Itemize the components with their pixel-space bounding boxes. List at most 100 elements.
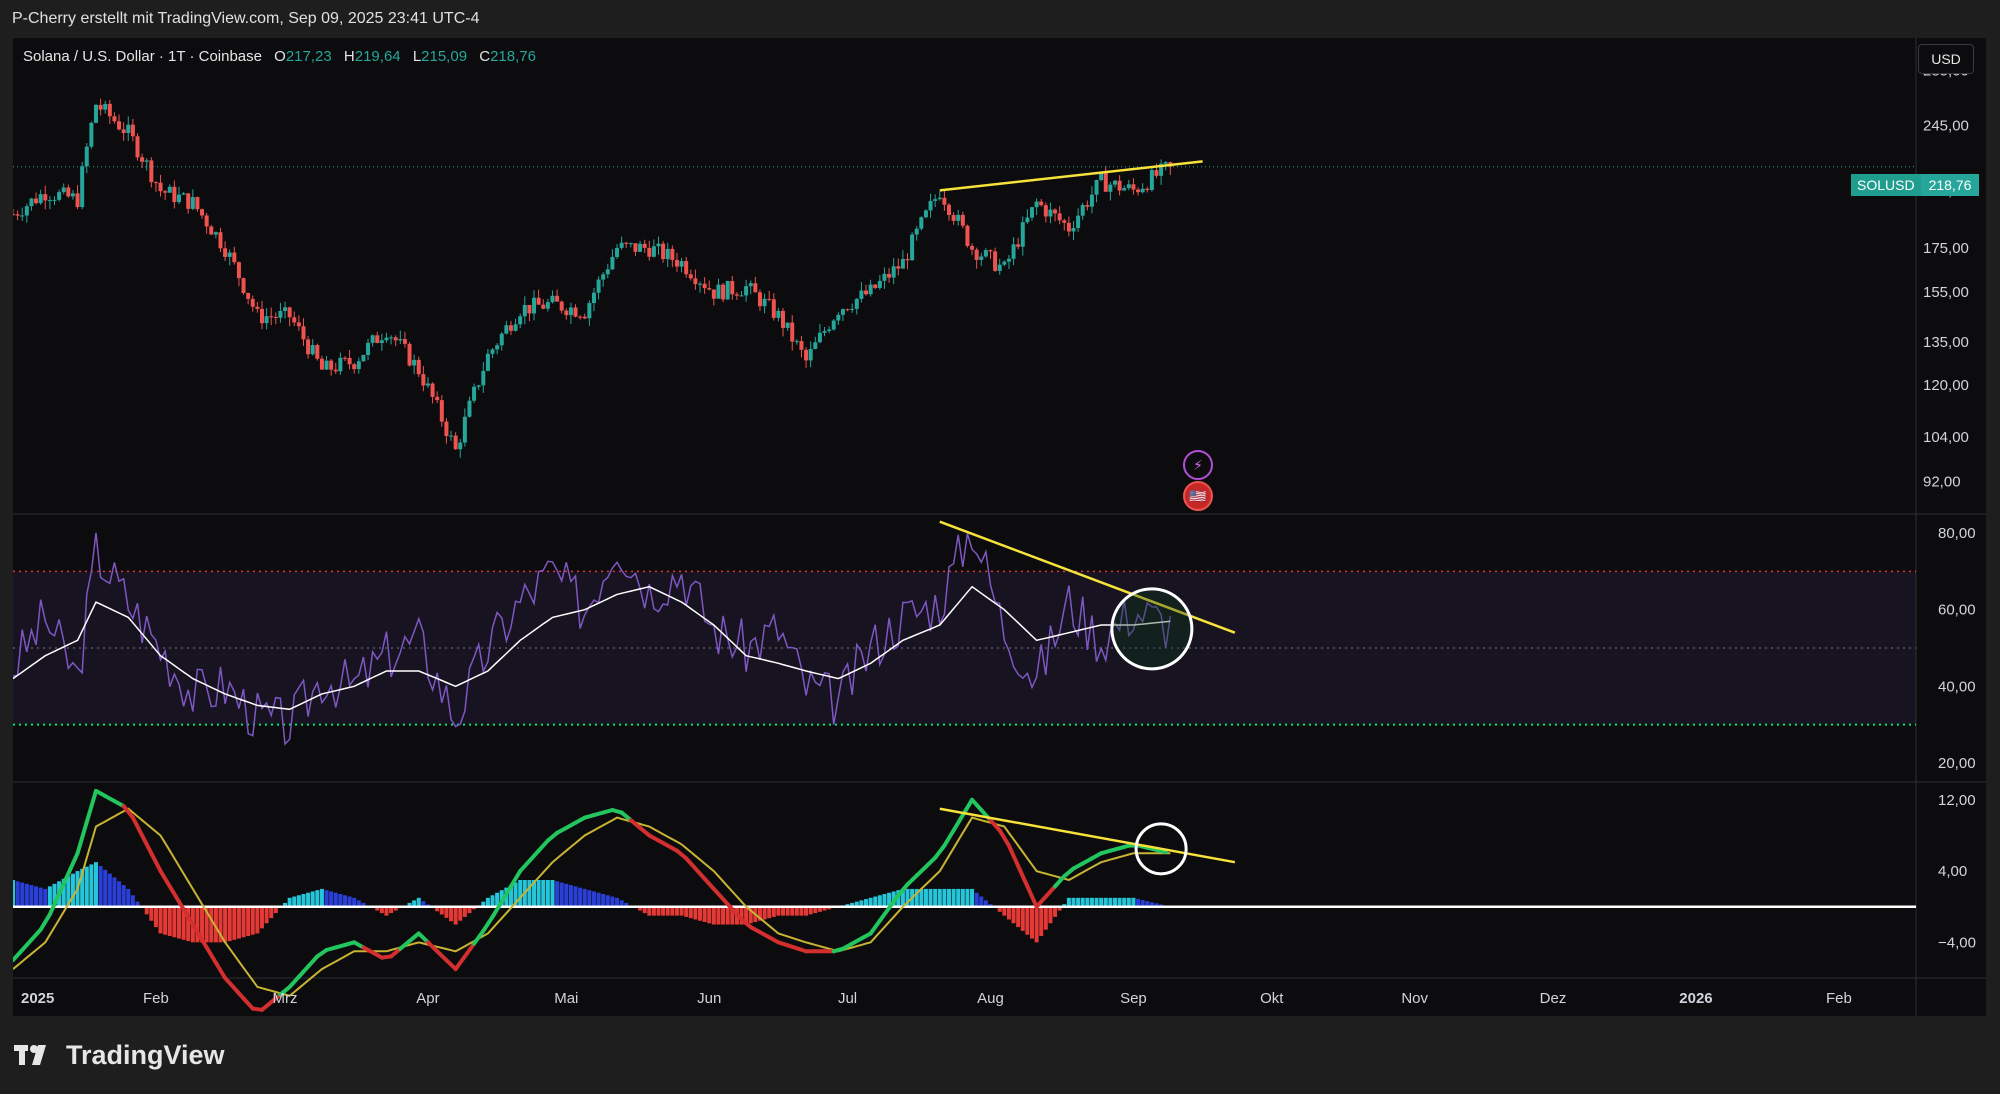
candle-body [149,160,154,183]
candle-body [951,215,956,221]
candle-body [914,228,919,235]
currency-button[interactable]: USD [1918,44,1974,74]
candle-body [209,226,214,235]
rsi-tick-label: 80,00 [1938,525,1976,542]
time-axis-label: Okt [1260,990,1284,1007]
candle-body [808,348,813,361]
macd-histogram-bar [232,906,237,940]
macd-histogram-bar [292,896,297,907]
chart-canvas[interactable]: 285,00245,00205,00175,00155,00135,00120,… [13,38,1986,1016]
macd-histogram-bar [933,888,938,907]
candle-body [993,251,998,271]
candle-body [1076,215,1081,229]
macd-line-segment [527,848,541,863]
macd-line-segment [693,866,707,881]
candle-body [638,243,643,252]
candle-body [1149,170,1154,191]
candle-body [361,354,366,362]
candle-body [213,232,218,235]
macd-line-segment [140,833,154,856]
candle-body [379,340,384,344]
candle-body [868,284,873,295]
macd-histogram-bar [453,906,458,925]
candle-body [864,290,869,295]
macd-histogram-bar [688,906,693,919]
macd-line-segment [942,828,956,848]
macd-line-segment [711,886,726,902]
candle-body [485,353,490,371]
macd-histogram-bar [587,890,592,907]
candle-body [370,335,375,343]
candle-body [716,284,721,299]
candle-body [204,215,209,227]
macd-histogram-bar [112,877,117,907]
macd-line-segment [232,986,246,1001]
candle-body [679,261,684,267]
candle-body [430,383,435,397]
candle-body [753,283,758,293]
macd-histogram-bar [656,906,661,916]
candle-body [813,342,818,349]
tradingview-logo[interactable]: TradingView [14,1040,225,1071]
macd-line-segment [149,851,163,874]
candle-body [651,246,656,257]
candle-body [1057,213,1062,221]
candle-body [859,290,864,299]
chart-frame[interactable]: 285,00245,00205,00175,00155,00135,00120,… [13,38,1986,1016]
candle-body [573,307,578,317]
candle-body [601,274,606,280]
macd-histogram-bar [444,906,449,918]
macd-histogram-bar [578,887,583,907]
macd-histogram-bar [1002,906,1007,916]
macd-histogram-bar [923,888,928,907]
macd-histogram-bar [1066,897,1071,907]
candle-body [1154,170,1159,176]
macd-histogram-bar [698,906,703,921]
macd-line-segment [684,856,698,871]
candle-body [112,116,117,122]
macd-histogram-bar [250,906,255,935]
lightning-event-icon[interactable]: ⚡ [1183,450,1213,480]
macd-histogram-bar [259,906,264,929]
candle-body [273,316,278,318]
macd-histogram-bar [711,906,716,925]
macd-histogram-group [13,862,1173,943]
macd-histogram-bar [167,906,172,936]
macd-line-segment [933,843,947,860]
price-tag-symbol: SOLUSD [1851,174,1921,196]
price-tag-value: 218,76 [1920,174,1980,196]
us-flag-event-icon[interactable]: 🇺🇸 [1183,481,1213,511]
rsi-tick-label: 20,00 [1938,755,1976,772]
candle-body [1002,261,1007,265]
candle-body [822,330,827,333]
macd-histogram-bar [670,906,675,916]
candle-body [550,295,555,303]
candle-body [384,337,389,341]
candle-body [578,316,583,318]
candle-body [80,166,85,208]
macd-histogram-bar [679,906,684,916]
candle-body [190,197,195,209]
time-axis-label: Nov [1401,990,1428,1007]
symbol-name[interactable]: Solana / U.S. Dollar · 1T · Coinbase [23,48,262,65]
candle-body [389,337,394,339]
candle-body [93,104,98,123]
candle-body [564,310,569,316]
candle-body [47,200,52,202]
macd-histogram-bar [693,906,698,920]
macd-histogram-bar [942,888,947,907]
high-label: H [343,48,355,65]
macd-line-segment [158,869,172,889]
candle-body [647,247,652,257]
macd-line-segment [241,996,255,1011]
candle-body [490,349,495,354]
macd-histogram-bar [126,888,131,907]
candle-body [453,435,458,450]
candle-body [315,345,320,359]
macd-line-segment [29,927,43,942]
macd-histogram-bar [1025,906,1030,935]
macd-line-segment [38,912,52,932]
candle-body [831,320,836,330]
candle-body [425,383,430,386]
macd-line-segment [167,884,181,904]
